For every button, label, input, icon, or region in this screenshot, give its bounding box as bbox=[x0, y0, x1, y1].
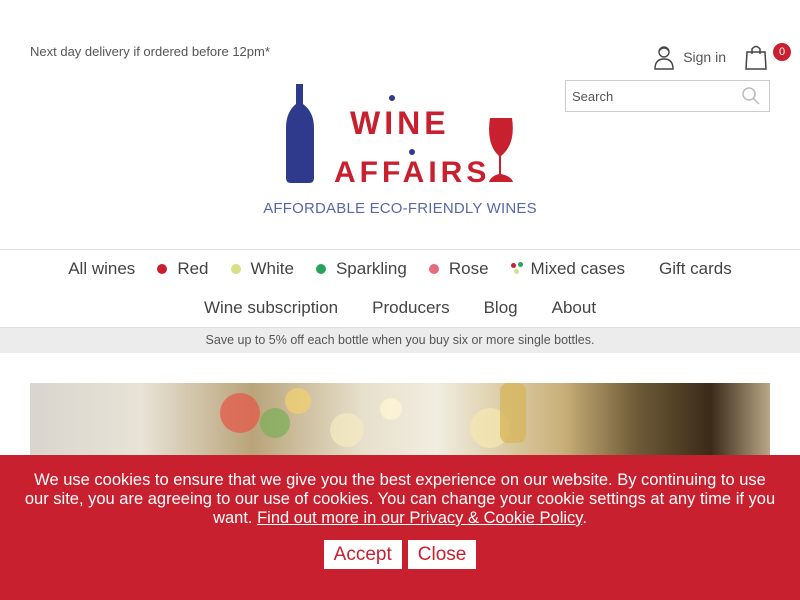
nav-label: Producers bbox=[372, 298, 450, 317]
cookie-message: We use cookies to ensure that we give yo… bbox=[0, 455, 800, 528]
cart-button[interactable]: 0 bbox=[744, 43, 791, 70]
logo-word-wine: WINE bbox=[350, 105, 450, 141]
accept-button[interactable]: Accept bbox=[323, 540, 402, 569]
person-icon bbox=[654, 46, 674, 70]
nav-item-blog[interactable]: Blog bbox=[484, 298, 518, 318]
promo-banner: Save up to 5% off each bottle when you b… bbox=[0, 328, 800, 353]
nav-label: Gift cards bbox=[659, 259, 732, 278]
sign-in-link[interactable]: Sign in bbox=[653, 44, 726, 70]
nav-row-primary: All wines Red White Sparkling Rose Mixed… bbox=[0, 259, 800, 279]
search-box bbox=[565, 80, 770, 112]
nav-item-about[interactable]: About bbox=[552, 298, 596, 318]
nav-row-secondary: Wine subscription Producers Blog About bbox=[0, 298, 800, 318]
nav-label: Red bbox=[177, 259, 209, 278]
nav-label: Sparkling bbox=[335, 259, 407, 278]
privacy-policy-link[interactable]: Find out more in our Privacy & Cookie Po… bbox=[257, 509, 582, 527]
hero-image[interactable] bbox=[30, 383, 770, 463]
main-navigation: All wines Red White Sparkling Rose Mixed… bbox=[0, 249, 800, 328]
nav-label: Mixed cases bbox=[530, 259, 626, 278]
nav-label: Wine subscription bbox=[203, 298, 339, 317]
rose-dot-icon bbox=[428, 264, 439, 274]
nav-item-rose[interactable]: Rose bbox=[428, 259, 489, 279]
red-dot-icon bbox=[157, 264, 168, 274]
nav-item-all-wines[interactable]: All wines bbox=[68, 259, 135, 279]
cart-count-badge: 0 bbox=[773, 43, 791, 61]
cookie-consent-banner: We use cookies to ensure that we give yo… bbox=[0, 455, 800, 600]
nav-item-producers[interactable]: Producers bbox=[372, 298, 449, 318]
bottle-icon bbox=[286, 84, 314, 183]
search-icon[interactable] bbox=[740, 85, 762, 107]
search-input[interactable] bbox=[566, 82, 736, 110]
nav-item-wine-subscription[interactable]: Wine subscription bbox=[204, 298, 338, 318]
mixed-dots-icon bbox=[510, 262, 525, 276]
nav-item-gift-cards[interactable]: Gift cards bbox=[659, 259, 732, 279]
brand-tagline: AFFORDABLE ECO-FRIENDLY WINES bbox=[263, 200, 537, 217]
shopping-bag-icon bbox=[745, 45, 767, 70]
nav-label: White bbox=[250, 259, 294, 278]
nav-label: All wines bbox=[68, 259, 136, 278]
wine-glass-icon bbox=[489, 118, 513, 182]
nav-label: Blog bbox=[483, 298, 518, 317]
white-dot-icon bbox=[230, 264, 241, 274]
nav-label: Rose bbox=[448, 259, 489, 278]
logo-word-affairs: AFFAIRS bbox=[334, 156, 490, 189]
cookie-trailing-punct: . bbox=[582, 509, 587, 527]
nav-item-red[interactable]: Red bbox=[157, 259, 209, 279]
nav-label: About bbox=[551, 298, 597, 317]
account-area: Sign in 0 bbox=[653, 43, 791, 70]
wine-affairs-logo[interactable]: WINE AFFAIRS bbox=[280, 82, 525, 192]
nav-item-mixed-cases[interactable]: Mixed cases bbox=[510, 259, 626, 279]
nav-item-white[interactable]: White bbox=[230, 259, 294, 279]
nav-item-sparkling[interactable]: Sparkling bbox=[315, 259, 407, 279]
delivery-note: Next day delivery if ordered before 12pm… bbox=[30, 44, 270, 59]
cookie-actions: Accept Close bbox=[0, 540, 800, 569]
close-button[interactable]: Close bbox=[407, 540, 477, 569]
sign-in-label: Sign in bbox=[683, 49, 726, 65]
sparkling-dot-icon bbox=[315, 264, 326, 274]
